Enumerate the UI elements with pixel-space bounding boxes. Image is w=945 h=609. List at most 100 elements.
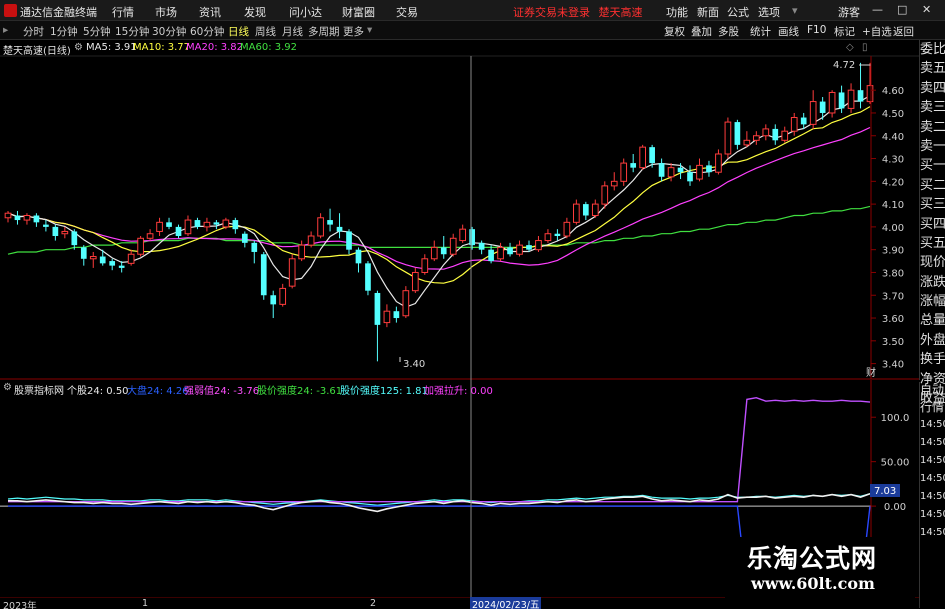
price-tick-label: 3.70 (882, 291, 904, 302)
tool-f10[interactable]: F10 (807, 24, 826, 36)
menu-item-wealth[interactable]: 财富圈 (342, 4, 375, 20)
candle-body-down (194, 220, 201, 227)
ind-price-strength24: 股价强度24: -3.61 (257, 386, 343, 397)
menu-item-options[interactable]: 选项 (758, 4, 780, 20)
candle-body-down (213, 222, 220, 225)
candle-body-down (478, 242, 485, 250)
period-1min[interactable]: 1分钟 (50, 24, 78, 39)
info-settings-icon[interactable]: ⚙ (74, 42, 83, 53)
tool-add-favorite[interactable]: +自选 (862, 24, 892, 39)
ma20-value: MA20: 3.82 (186, 42, 244, 53)
period-15min[interactable]: 15分钟 (115, 24, 149, 39)
candle-body-up (828, 91, 836, 114)
candle-body-up (23, 215, 31, 221)
period-monthly[interactable]: 月线 (282, 24, 303, 39)
side-panel-item: 卖二 (920, 119, 945, 135)
candle-body-up (762, 128, 770, 137)
axis-corner-label: 财 (866, 366, 876, 379)
tick-side-panel: 自动行情 14:50 14:50 14:50 14:50 14:50 14:50 14:50 (919, 382, 945, 608)
close-icon[interactable]: ✕ (922, 3, 931, 16)
candle-body-up (752, 135, 760, 141)
toolbar-arrow-icon[interactable]: ▸ (3, 24, 8, 36)
candle-body-up (516, 244, 523, 255)
candle-body-down (800, 117, 807, 125)
trade-login-warning[interactable]: 证券交易未登录 楚天高速 (513, 4, 643, 20)
indicator-name[interactable]: 股票指标网 (14, 382, 64, 397)
period-30min[interactable]: 30分钟 (152, 24, 186, 39)
period-60min[interactable]: 60分钟 (190, 24, 224, 39)
side-panel-item: 总量 (920, 313, 945, 329)
menu-item-function[interactable]: 功能 (666, 4, 688, 20)
candle-body-up (4, 212, 12, 219)
tick-panel-item[interactable]: 自动 (920, 382, 945, 399)
candle-body-up (620, 162, 628, 182)
menu-item-trade[interactable]: 交易 (396, 4, 418, 20)
period-more[interactable]: 更多 (343, 24, 364, 39)
more-dropdown-icon[interactable]: ▾ (367, 24, 372, 36)
chart-option-icon-2[interactable]: ▯ (862, 42, 868, 53)
candle-body-down (374, 292, 381, 325)
chart-canvas[interactable]: 4.60 4.50 4.40 4.30 4.20 4.10 4.00 3.90 3.80 3.70… (0, 40, 919, 597)
tick-panel-item[interactable]: 行情 (920, 399, 945, 416)
stock-title[interactable]: 楚天高速(日线) (3, 42, 71, 57)
indicator-tick-label: 0.00 (884, 502, 906, 513)
menu-item-formula[interactable]: 公式 (727, 4, 749, 20)
candle-body-up (279, 287, 287, 305)
candle-body-up (743, 139, 751, 146)
menu-item-discover[interactable]: 发现 (244, 4, 266, 20)
ind-market24: 大盘24: 4.26 (127, 386, 189, 397)
price-axis: 4.60 4.50 4.40 4.30 4.20 4.10 4.00 3.90 3.80 3.70… (870, 56, 904, 379)
candle-body-up (535, 240, 542, 251)
maximize-icon[interactable]: □ (897, 3, 907, 16)
candle-body-down (118, 265, 125, 268)
indicator-settings-icon[interactable]: ⚙ (3, 382, 12, 393)
candle-body-down (43, 224, 49, 227)
tool-overlay[interactable]: 叠加 (691, 24, 712, 39)
candle-body-up (411, 271, 419, 292)
tool-draw-line[interactable]: 画线 (778, 24, 799, 39)
watermark-title: 乐淘公式网 (747, 544, 878, 573)
candle-body-down (346, 231, 352, 250)
menu-item-new-page[interactable]: 新面 (697, 4, 719, 20)
ma10-value: MA10: 3.77 (133, 42, 191, 53)
period-toolbar: ▸ 分时 1分钟 5分钟 15分钟 30分钟 60分钟 日线 周线 月线 多周期… (0, 21, 945, 40)
candle-body-up (298, 244, 305, 260)
tool-statistics[interactable]: 统计 (750, 24, 771, 39)
tool-multi-stock[interactable]: 多股 (718, 24, 739, 39)
side-panel-item: 委比 (920, 42, 945, 57)
ma5-value: MA5: 3.91 (86, 42, 137, 53)
candle-body-up (847, 89, 855, 109)
period-weekly[interactable]: 周线 (255, 24, 276, 39)
candle-body-up (809, 101, 817, 125)
candle-body-up (288, 258, 296, 287)
candle-body-up (449, 237, 457, 255)
side-panel-item: 买三 (920, 197, 945, 213)
candle-body-up (156, 221, 163, 232)
period-timeshare[interactable]: 分时 (23, 24, 44, 39)
period-daily[interactable]: 日线 (228, 24, 249, 39)
ind-boost: 加强拉升: 0.00 (424, 386, 493, 397)
candle-body-up (639, 146, 647, 169)
side-panel-item: 买五 (920, 235, 945, 251)
menu-item-ask[interactable]: 问小达 (289, 4, 322, 20)
tool-mark[interactable]: 标记 (834, 24, 855, 39)
price-tick-label: 4.00 (882, 223, 904, 234)
candle-body-down (71, 231, 78, 246)
minimize-icon[interactable]: — (872, 3, 883, 16)
period-multi[interactable]: 多周期 (308, 24, 340, 39)
candle-body-up (421, 258, 429, 273)
candle-body-up (137, 237, 144, 255)
menu-item-quotes[interactable]: 行情 (112, 4, 134, 20)
tool-back[interactable]: 返回 (893, 24, 914, 39)
period-5min[interactable]: 5分钟 (83, 24, 111, 39)
chart-option-icon[interactable]: ◇ (846, 42, 854, 53)
side-panel-item: 换手 (920, 352, 945, 368)
candle-body-down (819, 101, 826, 113)
user-label[interactable]: 游客 (838, 4, 860, 20)
menu-dropdown-icon[interactable]: ▾ (792, 4, 798, 17)
menu-item-news[interactable]: 资讯 (199, 4, 221, 20)
site-watermark: 乐淘公式网 www.60lt.com (725, 537, 915, 599)
tool-restore-rights[interactable]: 复权 (664, 24, 685, 39)
menu-item-market[interactable]: 市场 (155, 4, 177, 20)
candle-body-up (317, 217, 324, 237)
